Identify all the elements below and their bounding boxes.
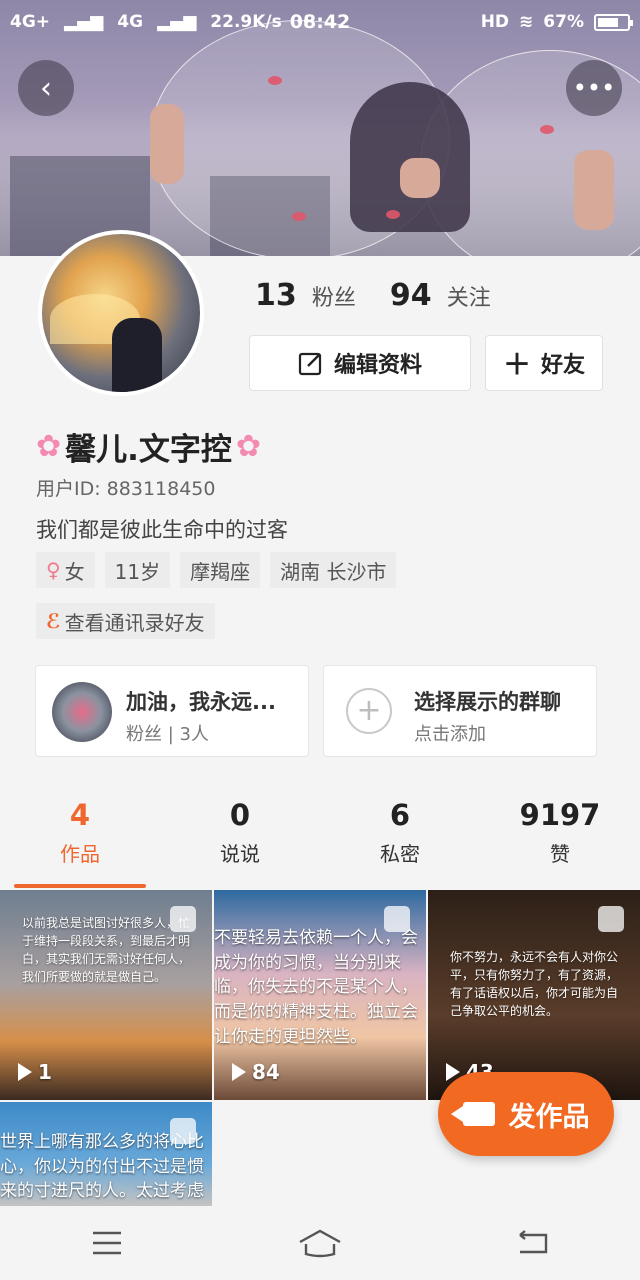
- following-label: 关注: [446, 286, 491, 311]
- zodiac-label: 摩羯座: [190, 559, 251, 584]
- work-thumbnail[interactable]: 你不努力，永远不会有人对你公平，只有你努力了，有了资源，有了话语权以后，你才可能…: [428, 890, 640, 1100]
- select-checkbox[interactable]: [170, 1118, 196, 1144]
- select-checkbox[interactable]: [598, 906, 624, 932]
- fans-stat[interactable]: 13 粉丝: [255, 278, 356, 313]
- home-icon: [299, 1229, 341, 1258]
- menu-icon: [92, 1231, 121, 1255]
- edit-profile-label: 编辑资料: [333, 353, 422, 378]
- select-group-title: 选择展示的群聊: [414, 690, 561, 714]
- tab-private[interactable]: 6 私密: [320, 798, 480, 890]
- play-icon: [232, 1063, 246, 1081]
- clock: 08:42: [289, 11, 351, 33]
- profile-name: 馨儿.文字控: [65, 432, 232, 468]
- publish-work-button[interactable]: 发作品: [438, 1072, 614, 1156]
- work-text: 你不努力，永远不会有人对你公平，只有你努力了，有了资源，有了话语权以后，你才可能…: [450, 950, 619, 1018]
- tab-count: 4: [69, 798, 91, 832]
- following-stat[interactable]: 94 关注: [390, 278, 491, 313]
- tab-label: 赞: [550, 842, 570, 866]
- work-thumbnail[interactable]: 不要轻易去依赖一个人，会成为你的习惯，当分别来临，你失去的不是某个人，而是你的精…: [214, 890, 426, 1100]
- location-label: 湖南 长沙市: [280, 559, 387, 584]
- tab-posts[interactable]: 0 说说: [160, 798, 320, 890]
- work-thumbnail[interactable]: 以前我总是试图讨好很多人，忙于维持一段段关系，到最后才明白，其实我们无需讨好任何…: [0, 890, 212, 1100]
- follow-stats: 13 粉丝 94 关注: [255, 278, 491, 313]
- back-nav-button[interactable]: [483, 1230, 583, 1256]
- age-tag: 11岁: [104, 552, 171, 588]
- bio: 我们都是彼此生命中的过客: [36, 518, 288, 542]
- play-count-value: 1: [38, 1060, 52, 1084]
- play-icon: [18, 1063, 32, 1081]
- add-friend-label: 好友: [541, 353, 586, 378]
- location-tag: 湖南 长沙市: [270, 552, 397, 588]
- edit-icon: [298, 352, 322, 376]
- fans-count: 13: [255, 278, 297, 313]
- gender-tag: ♀ 女: [36, 552, 95, 588]
- publish-label: 发作品: [508, 1101, 590, 1133]
- fans-label: 粉丝: [311, 286, 356, 311]
- play-count-value: 84: [252, 1060, 280, 1084]
- flower-icon: ✿: [36, 429, 62, 464]
- avatar[interactable]: [38, 230, 204, 396]
- add-friend-button[interactable]: ＋ 好友: [485, 335, 603, 391]
- tab-count: 6: [389, 798, 411, 832]
- zodiac-tag: 摩羯座: [180, 552, 261, 588]
- tab-label: 说说: [220, 842, 260, 866]
- work-thumbnail[interactable]: 世界上哪有那么多的将心比心，你以为的付出不过是惯来的寸进尺的人。太过考虑别人的感…: [0, 1102, 212, 1206]
- select-group-card[interactable]: + 选择展示的群聊 点击添加: [323, 665, 597, 757]
- contacts-link-label: 查看通讯录好友: [64, 610, 205, 635]
- tab-count: 0: [229, 798, 251, 832]
- back-nav-icon: [519, 1230, 548, 1254]
- play-count: 1: [18, 1060, 52, 1084]
- group-title: 加油，我永远...: [126, 690, 276, 714]
- menu-button[interactable]: [57, 1230, 157, 1256]
- chevron-left-icon: ‹: [40, 70, 52, 106]
- select-checkbox[interactable]: [384, 906, 410, 932]
- active-tab-indicator: [14, 884, 146, 888]
- plus-icon: ＋: [502, 348, 531, 381]
- add-circle-icon: +: [346, 688, 392, 734]
- following-count: 94: [389, 278, 432, 313]
- ellipsis-icon: •••: [572, 74, 616, 102]
- tab-label: 私密: [380, 842, 420, 866]
- tab-likes[interactable]: 9197 赞: [480, 798, 640, 890]
- status-bar: 4G+ ▂▄▆ 4G ▂▄▆ 22.9K/s ··· 08:42 HD ≋ 67…: [0, 0, 640, 44]
- work-text: 不要轻易去依赖一个人，会成为你的习惯，当分别来临，你失去的不是某个人，而是你的精…: [214, 928, 418, 1047]
- profile-name-row: ✿ 馨儿.文字控 ✿: [36, 424, 261, 469]
- back-button[interactable]: ‹: [18, 60, 74, 116]
- profile-tabs: 4 作品 0 说说 6 私密 9197 赞: [0, 798, 640, 890]
- female-icon: ♀: [46, 558, 61, 582]
- group-avatar: [52, 682, 112, 742]
- play-count: 84: [232, 1060, 280, 1084]
- video-camera-icon: [450, 1102, 495, 1126]
- age-label: 11岁: [114, 559, 161, 584]
- user-id: 用户ID: 883118450: [36, 478, 216, 500]
- more-button[interactable]: •••: [566, 60, 622, 116]
- flower-icon-right: ✿: [235, 429, 262, 464]
- edit-profile-button[interactable]: 编辑资料: [249, 335, 471, 391]
- battery-icon: [594, 13, 633, 31]
- system-nav-bar: [0, 1206, 640, 1280]
- group-card[interactable]: 加油，我永远... 粉丝 | 3人: [35, 665, 309, 757]
- tab-works[interactable]: 4 作品: [0, 798, 160, 890]
- gender-label: 女: [64, 559, 85, 584]
- select-checkbox[interactable]: [170, 906, 196, 932]
- contacts-icon: ℰ: [46, 609, 61, 633]
- tab-count: 9197: [519, 798, 601, 832]
- select-group-subtitle: 点击添加: [414, 724, 486, 745]
- contacts-friends-link[interactable]: ℰ 查看通讯录好友: [36, 603, 215, 639]
- works-grid: 以前我总是试图讨好很多人，忙于维持一段段关系，到最后才明白，其实我们无需讨好任何…: [0, 890, 640, 1206]
- home-button[interactable]: [270, 1228, 370, 1258]
- profile-tags: ♀ 女 11岁 摩羯座 湖南 长沙市: [36, 552, 397, 588]
- tab-label: 作品: [60, 842, 100, 866]
- group-subtitle: 粉丝 | 3人: [126, 724, 209, 745]
